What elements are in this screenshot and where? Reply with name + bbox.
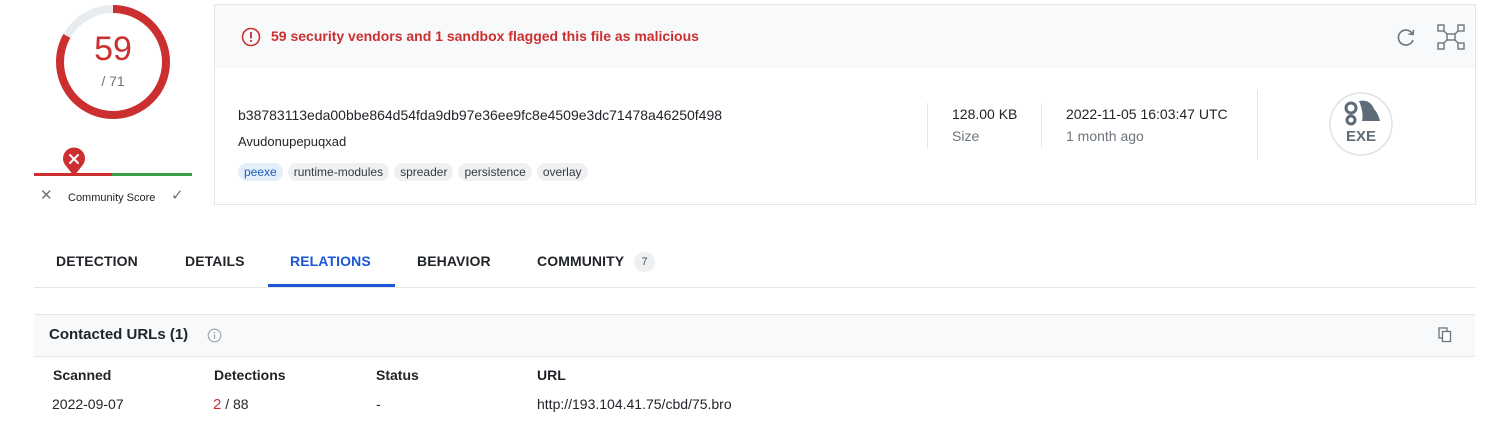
file-tags: peexe runtime-modules spreader persisten…	[238, 163, 588, 181]
tag-overlay[interactable]: overlay	[536, 163, 588, 181]
graph-view-icon[interactable]	[1437, 24, 1465, 50]
info-icon[interactable]	[207, 328, 222, 343]
community-score-label: Community Score	[68, 192, 156, 204]
copy-icon[interactable]	[1438, 327, 1452, 343]
tag-peexe[interactable]: peexe	[238, 163, 283, 181]
vote-harmless-icon[interactable]: ✓	[171, 186, 184, 204]
community-count-badge: 7	[634, 252, 655, 272]
exe-file-type-icon: EXE	[1329, 92, 1393, 156]
divider	[1041, 103, 1042, 148]
cell-url-link[interactable]: http://193.104.41.75/cbd/75.bro	[537, 396, 732, 412]
panel-border	[34, 356, 1475, 357]
vote-harmful-icon[interactable]: ✕	[40, 186, 53, 204]
detections-total: / 88	[221, 396, 249, 412]
detection-score-value: 59	[94, 30, 132, 68]
detection-score-total: / 71	[101, 73, 125, 89]
tag-runtime-modules[interactable]: runtime-modules	[287, 163, 390, 181]
alert-circle-icon	[241, 27, 261, 47]
divider	[927, 103, 928, 148]
community-score-positive-bar	[112, 173, 192, 176]
file-size-value: 128.00 KB	[952, 106, 1018, 122]
file-name: Avudonupepuqxad	[238, 134, 347, 149]
tag-persistence[interactable]: persistence	[458, 163, 532, 181]
file-size-label: Size	[952, 128, 980, 144]
cell-status: -	[376, 396, 381, 412]
tab-behavior[interactable]: BEHAVIOR	[417, 253, 491, 269]
contacted-urls-header	[34, 315, 1475, 356]
divider	[1257, 90, 1258, 160]
column-header-status[interactable]: Status	[376, 367, 419, 383]
tabs-divider	[34, 287, 1475, 288]
column-header-scanned[interactable]: Scanned	[53, 367, 111, 383]
last-analysis-date: 2022-11-05 16:03:47 UTC	[1066, 106, 1228, 122]
contacted-urls-title: Contacted URLs (1)	[49, 326, 189, 343]
column-header-detections[interactable]: Detections	[214, 367, 286, 383]
malicious-alert-text: 59 security vendors and 1 sandbox flagge…	[271, 28, 699, 44]
tag-spreader[interactable]: spreader	[394, 163, 454, 181]
tab-detection[interactable]: DETECTION	[56, 253, 138, 269]
reanalyze-icon[interactable]	[1394, 25, 1418, 49]
file-hash[interactable]: b38783113eda00bbe864d54fda9db97e36ee9fc8…	[238, 107, 722, 123]
tab-relations[interactable]: RELATIONS	[290, 253, 371, 269]
tab-details[interactable]: DETAILS	[185, 253, 245, 269]
column-header-url[interactable]: URL	[537, 367, 566, 383]
cell-detections: 2 / 88	[213, 396, 249, 413]
cell-scanned-date: 2022-09-07	[52, 396, 124, 412]
exe-icon-label: EXE	[1346, 128, 1376, 145]
last-analysis-relative: 1 month ago	[1066, 128, 1144, 144]
community-score-marker-icon	[63, 147, 85, 176]
tab-community[interactable]: COMMUNITY	[537, 253, 624, 269]
